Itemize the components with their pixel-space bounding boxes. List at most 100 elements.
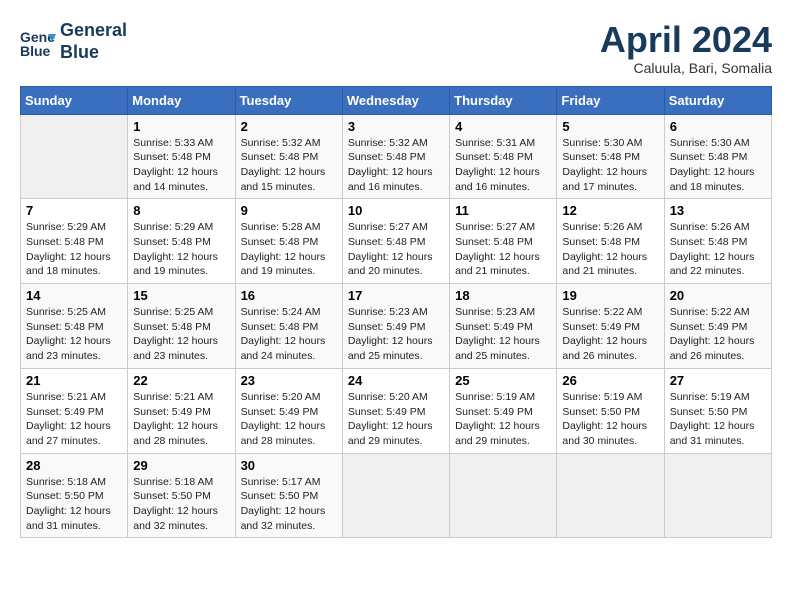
calendar-cell: 13Sunrise: 5:26 AM Sunset: 5:48 PM Dayli… — [664, 199, 771, 284]
calendar-cell: 5 Sunrise: 5:30 AM Sunset: 5:48 PM Daylig… — [557, 114, 664, 199]
day-info: Sunrise: 5:22 AM Sunset: 5:49 PM Dayligh… — [562, 305, 658, 364]
day-number: 17 — [348, 288, 444, 303]
month-year: April 2024 — [600, 20, 772, 60]
calendar-cell: 16 Sunrise: 5:24 AM Sunset: 5:48 PM Dayli… — [235, 284, 342, 369]
day-number: 26 — [562, 373, 658, 388]
day-info: Sunrise: 5:24 AM Sunset: 5:48 PM Dayligh… — [241, 305, 337, 364]
day-info: Sunrise: 5:29 AM Sunset: 5:48 PM Dayligh… — [133, 220, 229, 279]
calendar-cell: 18 Sunrise: 5:23 AM Sunset: 5:49 PM Dayli… — [450, 284, 557, 369]
logo-line2: Blue — [60, 42, 99, 62]
calendar-cell: 14Sunrise: 5:25 AM Sunset: 5:48 PM Dayli… — [21, 284, 128, 369]
calendar-cell — [342, 453, 449, 538]
calendar-cell: 25 Sunrise: 5:19 AM Sunset: 5:49 PM Dayli… — [450, 368, 557, 453]
calendar-cell: 20Sunrise: 5:22 AM Sunset: 5:49 PM Dayli… — [664, 284, 771, 369]
day-info: Sunrise: 5:23 AM Sunset: 5:49 PM Dayligh… — [348, 305, 444, 364]
calendar-cell: 15Sunrise: 5:25 AM Sunset: 5:48 PM Dayli… — [128, 284, 235, 369]
day-number: 2 — [241, 119, 337, 134]
day-number: 15 — [133, 288, 229, 303]
day-info: Sunrise: 5:33 AM Sunset: 5:48 PM Dayligh… — [133, 136, 229, 195]
calendar-cell — [21, 114, 128, 199]
calendar-cell: 24 Sunrise: 5:20 AM Sunset: 5:49 PM Dayli… — [342, 368, 449, 453]
day-info: Sunrise: 5:19 AM Sunset: 5:50 PM Dayligh… — [562, 390, 658, 449]
day-number: 24 — [348, 373, 444, 388]
day-number: 23 — [241, 373, 337, 388]
calendar-cell: 26 Sunrise: 5:19 AM Sunset: 5:50 PM Dayli… — [557, 368, 664, 453]
calendar-cell — [664, 453, 771, 538]
day-info: Sunrise: 5:21 AM Sunset: 5:49 PM Dayligh… — [26, 390, 122, 449]
day-info: Sunrise: 5:18 AM Sunset: 5:50 PM Dayligh… — [133, 475, 229, 534]
calendar-cell: 7Sunrise: 5:29 AM Sunset: 5:48 PM Daylig… — [21, 199, 128, 284]
calendar-cell: 6 Sunrise: 5:30 AM Sunset: 5:48 PM Daylig… — [664, 114, 771, 199]
day-number: 9 — [241, 203, 337, 218]
day-number: 29 — [133, 458, 229, 473]
day-number: 10 — [348, 203, 444, 218]
logo-line1: General — [60, 20, 127, 40]
day-number: 28 — [26, 458, 122, 473]
day-number: 16 — [241, 288, 337, 303]
day-number: 1 — [133, 119, 229, 134]
day-info: Sunrise: 5:32 AM Sunset: 5:48 PM Dayligh… — [348, 136, 444, 195]
header-monday: Monday — [128, 86, 235, 114]
day-info: Sunrise: 5:20 AM Sunset: 5:49 PM Dayligh… — [241, 390, 337, 449]
day-info: Sunrise: 5:27 AM Sunset: 5:48 PM Dayligh… — [348, 220, 444, 279]
day-number: 4 — [455, 119, 551, 134]
calendar-cell: 11Sunrise: 5:27 AM Sunset: 5:48 PM Dayli… — [450, 199, 557, 284]
calendar-cell: 19 Sunrise: 5:22 AM Sunset: 5:49 PM Dayli… — [557, 284, 664, 369]
calendar-cell: 30Sunrise: 5:17 AM Sunset: 5:50 PM Dayli… — [235, 453, 342, 538]
day-info: Sunrise: 5:27 AM Sunset: 5:48 PM Dayligh… — [455, 220, 551, 279]
calendar-cell: 27 Sunrise: 5:19 AM Sunset: 5:50 PM Dayli… — [664, 368, 771, 453]
day-info: Sunrise: 5:30 AM Sunset: 5:48 PM Dayligh… — [670, 136, 766, 195]
day-number: 27 — [670, 373, 766, 388]
svg-text:Blue: Blue — [20, 43, 51, 59]
week-row: 28 Sunrise: 5:18 AM Sunset: 5:50 PM Dayli… — [21, 453, 772, 538]
header-tuesday: Tuesday — [235, 86, 342, 114]
calendar-body: 1 Sunrise: 5:33 AM Sunset: 5:48 PM Daylig… — [21, 114, 772, 538]
header-sunday: Sunday — [21, 86, 128, 114]
header-wednesday: Wednesday — [342, 86, 449, 114]
day-number: 22 — [133, 373, 229, 388]
week-row: 14Sunrise: 5:25 AM Sunset: 5:48 PM Dayli… — [21, 284, 772, 369]
logo-text: General Blue — [60, 20, 127, 63]
logo-icon: General Blue — [20, 24, 56, 60]
day-info: Sunrise: 5:23 AM Sunset: 5:49 PM Dayligh… — [455, 305, 551, 364]
calendar-cell — [557, 453, 664, 538]
title-block: April 2024 Caluula, Bari, Somalia — [600, 20, 772, 76]
day-info: Sunrise: 5:21 AM Sunset: 5:49 PM Dayligh… — [133, 390, 229, 449]
header-thursday: Thursday — [450, 86, 557, 114]
calendar-cell: 22 Sunrise: 5:21 AM Sunset: 5:49 PM Dayli… — [128, 368, 235, 453]
day-info: Sunrise: 5:19 AM Sunset: 5:49 PM Dayligh… — [455, 390, 551, 449]
day-info: Sunrise: 5:29 AM Sunset: 5:48 PM Dayligh… — [26, 220, 122, 279]
calendar-cell: 28Sunrise: 5:18 AM Sunset: 5:50 PM Dayli… — [21, 453, 128, 538]
header-friday: Friday — [557, 86, 664, 114]
calendar-header: SundayMondayTuesdayWednesdayThursdayFrid… — [21, 86, 772, 114]
day-info: Sunrise: 5:20 AM Sunset: 5:49 PM Dayligh… — [348, 390, 444, 449]
calendar-cell: 17 Sunrise: 5:23 AM Sunset: 5:49 PM Dayli… — [342, 284, 449, 369]
calendar-cell: 23 Sunrise: 5:20 AM Sunset: 5:49 PM Dayli… — [235, 368, 342, 453]
week-row: 1 Sunrise: 5:33 AM Sunset: 5:48 PM Daylig… — [21, 114, 772, 199]
day-number: 25 — [455, 373, 551, 388]
day-info: Sunrise: 5:19 AM Sunset: 5:50 PM Dayligh… — [670, 390, 766, 449]
week-row: 7Sunrise: 5:29 AM Sunset: 5:48 PM Daylig… — [21, 199, 772, 284]
day-number: 6 — [670, 119, 766, 134]
day-info: Sunrise: 5:26 AM Sunset: 5:48 PM Dayligh… — [562, 220, 658, 279]
day-info: Sunrise: 5:28 AM Sunset: 5:48 PM Dayligh… — [241, 220, 337, 279]
day-info: Sunrise: 5:26 AM Sunset: 5:48 PM Dayligh… — [670, 220, 766, 279]
day-number: 18 — [455, 288, 551, 303]
calendar-cell: 10 Sunrise: 5:27 AM Sunset: 5:48 PM Dayli… — [342, 199, 449, 284]
calendar-cell: 4Sunrise: 5:31 AM Sunset: 5:48 PM Daylig… — [450, 114, 557, 199]
calendar-cell: 9 Sunrise: 5:28 AM Sunset: 5:48 PM Daylig… — [235, 199, 342, 284]
calendar-cell: 8 Sunrise: 5:29 AM Sunset: 5:48 PM Daylig… — [128, 199, 235, 284]
day-number: 12 — [562, 203, 658, 218]
day-info: Sunrise: 5:30 AM Sunset: 5:48 PM Dayligh… — [562, 136, 658, 195]
header-saturday: Saturday — [664, 86, 771, 114]
day-number: 19 — [562, 288, 658, 303]
calendar-cell: 3Sunrise: 5:32 AM Sunset: 5:48 PM Daylig… — [342, 114, 449, 199]
calendar-cell: 2 Sunrise: 5:32 AM Sunset: 5:48 PM Daylig… — [235, 114, 342, 199]
day-number: 8 — [133, 203, 229, 218]
day-info: Sunrise: 5:32 AM Sunset: 5:48 PM Dayligh… — [241, 136, 337, 195]
week-row: 21Sunrise: 5:21 AM Sunset: 5:49 PM Dayli… — [21, 368, 772, 453]
day-info: Sunrise: 5:25 AM Sunset: 5:48 PM Dayligh… — [26, 305, 122, 364]
logo: General Blue General Blue — [20, 20, 127, 63]
day-number: 20 — [670, 288, 766, 303]
day-number: 5 — [562, 119, 658, 134]
